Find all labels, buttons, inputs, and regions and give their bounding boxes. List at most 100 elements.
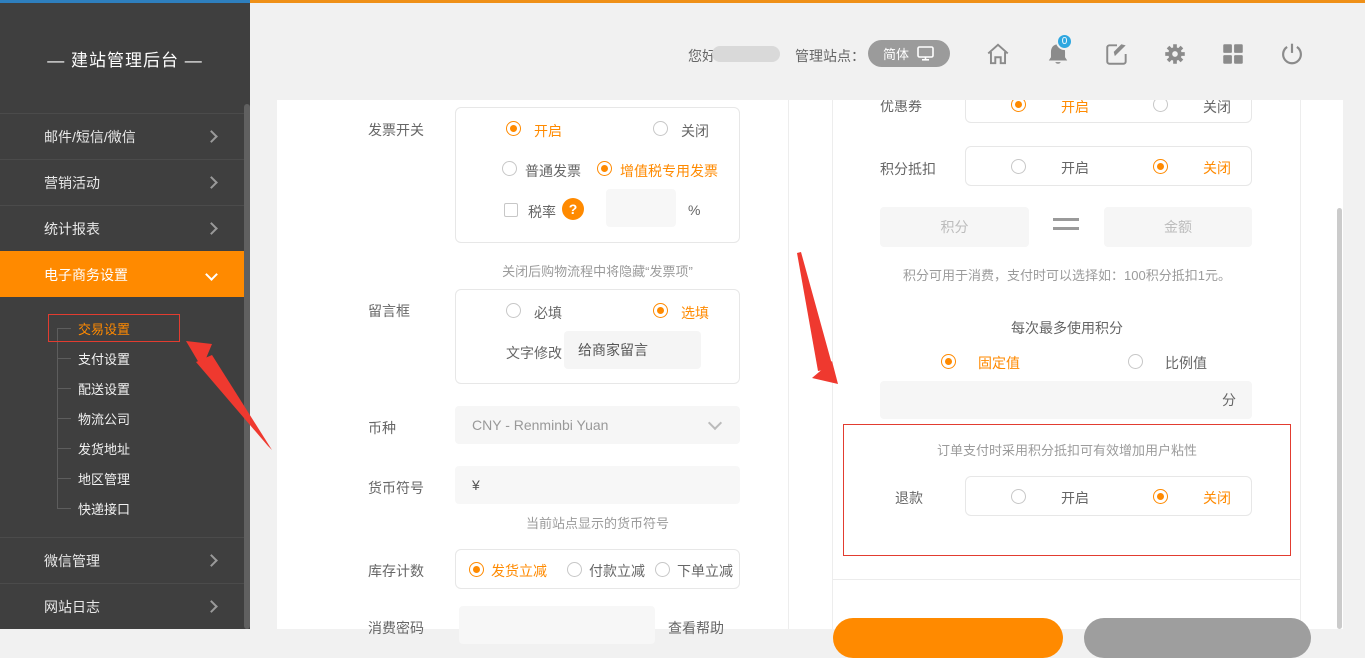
refund-options-box: 开启 关闭	[965, 476, 1252, 516]
message-optional-label[interactable]: 选填	[681, 303, 709, 323]
coupon-off-label[interactable]: 关闭	[1203, 97, 1231, 117]
tax-rate-label[interactable]: 税率	[528, 202, 556, 222]
invoice-on-radio[interactable]	[506, 121, 521, 136]
max-points-input[interactable]: 分	[880, 381, 1252, 419]
password-input[interactable]	[459, 606, 655, 644]
invoice-normal-radio[interactable]	[502, 161, 517, 176]
refund-off-label[interactable]: 关闭	[1203, 488, 1231, 508]
currency-value: CNY - Renminbi Yuan	[472, 417, 608, 433]
submenu-item-delivery-settings[interactable]: 配送设置	[0, 373, 250, 403]
currency-symbol-input[interactable]: ¥	[455, 466, 740, 504]
stock-pay-label[interactable]: 付款立减	[589, 561, 645, 581]
message-text-input[interactable]: 给商家留言	[564, 331, 701, 369]
cancel-button[interactable]	[1084, 618, 1311, 658]
manage-site-label: 管理站点：	[795, 46, 865, 66]
monitor-icon	[917, 46, 934, 61]
edit-icon[interactable]	[1104, 41, 1130, 67]
stock-pay-radio[interactable]	[567, 562, 582, 577]
submenu-item-transaction-settings[interactable]: 交易设置	[0, 313, 250, 343]
currency-symbol-hint: 当前站点显示的货币符号	[455, 513, 740, 532]
app-title: — 建站管理后台 —	[0, 46, 250, 71]
language-label: 简体	[883, 44, 909, 63]
message-required-radio[interactable]	[506, 303, 521, 318]
power-icon[interactable]	[1279, 41, 1305, 67]
ratio-value-radio[interactable]	[1128, 354, 1143, 369]
username-redacted	[712, 46, 780, 62]
points-deduct-box: 开启 关闭	[965, 146, 1252, 186]
notification-badge: 0	[1056, 33, 1073, 50]
sidebar-scrollbar-thumb[interactable]	[244, 104, 250, 629]
tax-help-icon[interactable]: ?	[562, 198, 584, 220]
amount-input[interactable]: 金额	[1104, 207, 1252, 247]
apps-grid-icon[interactable]	[1220, 41, 1246, 67]
stock-ship-label[interactable]: 发货立减	[491, 561, 547, 581]
invoice-off-radio[interactable]	[653, 121, 668, 136]
sidebar-item-ecommerce-settings[interactable]: 电子商务设置	[0, 251, 250, 297]
fixed-value-radio[interactable]	[941, 354, 956, 369]
page-scrollbar-thumb[interactable]	[1337, 208, 1342, 629]
message-box-label: 留言框	[368, 301, 410, 321]
invoice-vat-label[interactable]: 增值税专用发票	[620, 161, 718, 181]
section-divider	[833, 579, 1300, 580]
points-deduct-label: 积分抵扣	[880, 159, 936, 179]
percent-label: %	[688, 202, 700, 218]
chevron-down-icon	[205, 268, 218, 281]
sidebar-item-site-log[interactable]: 网站日志	[0, 583, 250, 629]
invoice-vat-radio[interactable]	[597, 161, 612, 176]
sidebar: — 建站管理后台 — 邮件/短信/微信 营销活动 统计报表 电子商务设置 交易设…	[0, 0, 250, 629]
sidebar-item-mail-sms-wechat[interactable]: 邮件/短信/微信	[0, 113, 250, 159]
max-points-title: 每次最多使用积分	[843, 318, 1291, 338]
text-edit-label: 文字修改	[506, 343, 562, 363]
top-header-bar: 您好 管理站点： 简体 0	[250, 3, 1365, 100]
sidebar-item-wechat-management[interactable]: 微信管理	[0, 537, 250, 583]
submenu-item-shipping-address[interactable]: 发货地址	[0, 433, 250, 463]
message-optional-radio[interactable]	[653, 303, 668, 318]
language-site-button[interactable]: 简体	[868, 40, 950, 67]
ratio-value-label[interactable]: 比例值	[1165, 353, 1207, 373]
fixed-value-label[interactable]: 固定值	[978, 353, 1020, 373]
points-input[interactable]: 积分	[880, 207, 1029, 247]
column-divider-mid	[832, 100, 833, 629]
refund-off-radio[interactable]	[1153, 489, 1168, 504]
submenu-item-express-interface[interactable]: 快递接口	[0, 493, 250, 523]
sidebar-item-statistics[interactable]: 统计报表	[0, 205, 250, 251]
submenu-item-payment-settings[interactable]: 支付设置	[0, 343, 250, 373]
home-icon[interactable]	[985, 41, 1011, 67]
top-accent-orange	[250, 0, 1365, 3]
refund-on-label[interactable]: 开启	[1061, 488, 1089, 508]
deduct-off-radio[interactable]	[1153, 159, 1168, 174]
stock-ship-radio[interactable]	[469, 562, 484, 577]
message-required-label[interactable]: 必填	[534, 303, 562, 323]
stock-order-radio[interactable]	[655, 562, 670, 577]
submenu-item-logistics-company[interactable]: 物流公司	[0, 403, 250, 433]
submenu-item-region-management[interactable]: 地区管理	[0, 463, 250, 493]
stock-options-box: 发货立减 付款立减 下单立减	[455, 549, 740, 589]
deduct-on-radio[interactable]	[1011, 159, 1026, 174]
chevron-down-icon	[708, 416, 722, 430]
gear-icon[interactable]	[1162, 41, 1188, 67]
sidebar-item-label: 微信管理	[44, 551, 100, 571]
currency-label: 币种	[368, 418, 396, 438]
deduct-on-label[interactable]: 开启	[1061, 158, 1089, 178]
invoice-off-label[interactable]: 关闭	[681, 121, 709, 141]
currency-select[interactable]: CNY - Renminbi Yuan	[455, 406, 740, 444]
equals-icon	[1053, 227, 1079, 230]
tax-rate-checkbox[interactable]	[504, 203, 518, 217]
stock-order-label[interactable]: 下单立减	[677, 561, 733, 581]
sidebar-item-label: 电子商务设置	[44, 265, 128, 285]
save-button[interactable]	[833, 618, 1063, 658]
invoice-options-box: 开启 关闭 普通发票 增值税专用发票 税率 ? %	[455, 107, 740, 243]
coupon-on-label[interactable]: 开启	[1061, 97, 1089, 117]
stock-count-label: 库存计数	[368, 561, 424, 581]
deduct-off-label[interactable]: 关闭	[1203, 158, 1231, 178]
chevron-right-icon	[205, 130, 218, 143]
points-hint: 积分可用于消费，支付时可以选择如：100积分抵扣1元。	[843, 265, 1291, 284]
refund-on-radio[interactable]	[1011, 489, 1026, 504]
invoice-normal-label[interactable]: 普通发票	[525, 161, 581, 181]
password-help-link[interactable]: 查看帮助	[668, 618, 724, 638]
chevron-right-icon	[205, 600, 218, 613]
currency-symbol-label: 货币符号	[368, 478, 424, 498]
invoice-on-label[interactable]: 开启	[534, 121, 562, 141]
tax-rate-input[interactable]	[606, 189, 676, 227]
sidebar-item-marketing[interactable]: 营销活动	[0, 159, 250, 205]
